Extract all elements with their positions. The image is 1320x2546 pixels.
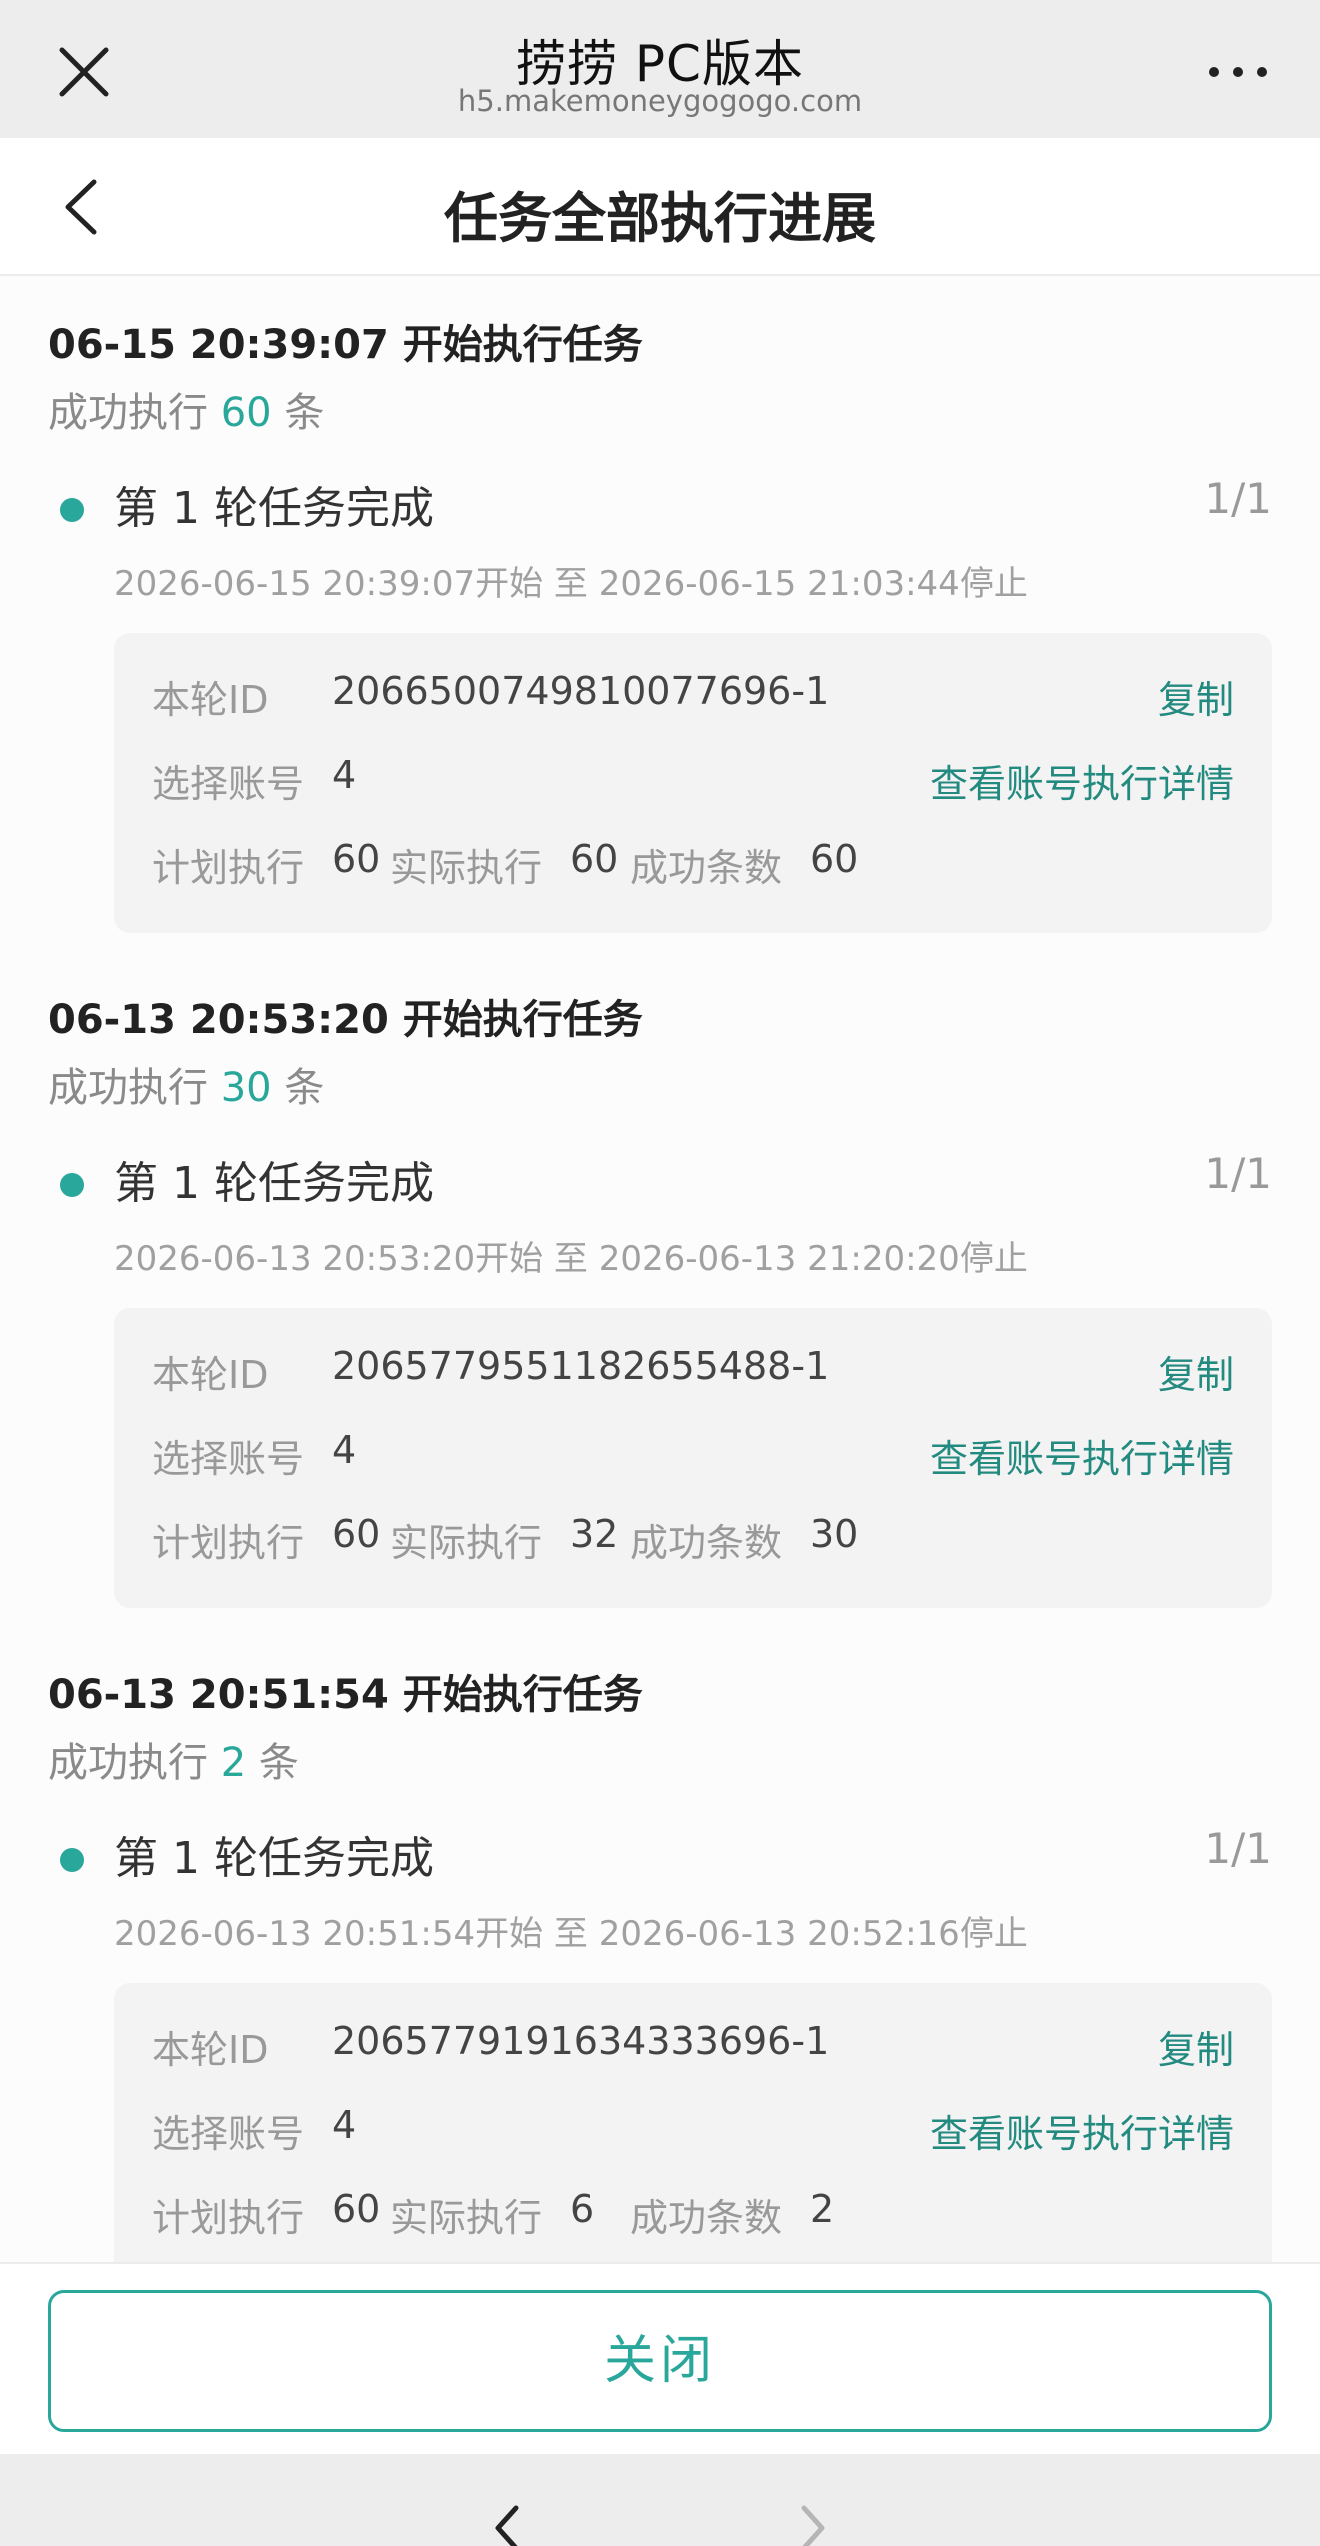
view-account-details-link[interactable]: 查看账号执行详情 — [930, 753, 1234, 808]
status-dot — [60, 498, 84, 522]
round-detail-card: 本轮ID 2066500749810077696-1 复制 选择账号 4 查看账… — [114, 633, 1272, 933]
round-time: 2026-06-13 20:53:20开始 至 2026-06-13 21:20… — [114, 1239, 1028, 1279]
view-account-details-link[interactable]: 查看账号执行详情 — [930, 1428, 1234, 1483]
copy-button[interactable]: 复制 — [1158, 669, 1234, 724]
success-count: 60 — [220, 390, 272, 436]
planned-label: 计划执行 — [152, 1521, 305, 1565]
actual-label: 实际执行 — [390, 2196, 543, 2240]
browser-url: h5.makemoneygogogo.com — [457, 84, 863, 118]
status-dot — [60, 1173, 84, 1197]
accounts-value: 4 — [332, 1428, 357, 1472]
actual-label: 实际执行 — [390, 846, 543, 890]
success-count: 30 — [220, 1065, 272, 1111]
success-value: 2 — [810, 2187, 835, 2231]
browser-nav-bar — [0, 2454, 1320, 2546]
success-label: 成功条数 — [630, 2196, 783, 2240]
accounts-label: 选择账号 — [152, 1437, 305, 1481]
round-title: 第 1 轮任务完成 — [114, 1833, 434, 1884]
page-header: 任务全部执行进展 — [0, 138, 1320, 276]
planned-label: 计划执行 — [152, 2196, 305, 2240]
task-list: 06-15 20:39:07 开始执行任务 成功执行 60 条 第 1 轮任务完… — [0, 276, 1320, 2262]
round-id-label: 本轮ID — [152, 2028, 269, 2072]
task-item: 06-13 20:51:54 开始执行任务 成功执行 2 条 第 1 轮任务完成… — [0, 1626, 1320, 2262]
task-item: 06-13 20:53:20 开始执行任务 成功执行 30 条 第 1 轮任务完… — [0, 951, 1320, 1626]
task-summary: 成功执行 60 条 — [48, 390, 325, 436]
actual-value: 32 — [570, 1512, 619, 1556]
success-label: 成功条数 — [630, 846, 783, 890]
round-detail-card: 本轮ID 2065779191634333696-1 复制 选择账号 4 查看账… — [114, 1983, 1272, 2262]
task-item: 06-15 20:39:07 开始执行任务 成功执行 60 条 第 1 轮任务完… — [0, 276, 1320, 951]
close-button[interactable]: 关闭 — [48, 2290, 1272, 2432]
round-detail-card: 本轮ID 2065779551182655488-1 复制 选择账号 4 查看账… — [114, 1308, 1272, 1608]
round-id-label: 本轮ID — [152, 1353, 269, 1397]
task-summary: 成功执行 30 条 — [48, 1065, 325, 1111]
planned-value: 60 — [332, 1512, 381, 1556]
actual-value: 6 — [570, 2187, 595, 2231]
actual-value: 60 — [570, 837, 619, 881]
round-time: 2026-06-13 20:51:54开始 至 2026-06-13 20:52… — [114, 1914, 1028, 1954]
more-icon[interactable] — [1206, 60, 1270, 84]
copy-button[interactable]: 复制 — [1158, 2019, 1234, 2074]
round-id: 2066500749810077696-1 — [332, 669, 830, 713]
view-account-details-link[interactable]: 查看账号执行详情 — [930, 2103, 1234, 2158]
accounts-value: 4 — [332, 753, 357, 797]
task-summary: 成功执行 2 条 — [48, 1740, 299, 1786]
round-title: 第 1 轮任务完成 — [114, 1158, 434, 1209]
copy-button[interactable]: 复制 — [1158, 1344, 1234, 1399]
footer: 关闭 — [0, 2262, 1320, 2454]
round-count: 1/1 — [1204, 1149, 1272, 1198]
round-count: 1/1 — [1204, 1824, 1272, 1873]
success-value: 30 — [810, 1512, 859, 1556]
task-header: 06-15 20:39:07 开始执行任务 — [48, 322, 643, 368]
success-count: 2 — [220, 1740, 247, 1786]
actual-label: 实际执行 — [390, 1521, 543, 1565]
round-id-label: 本轮ID — [152, 678, 269, 722]
round-time: 2026-06-15 20:39:07开始 至 2026-06-15 21:03… — [114, 564, 1028, 604]
browser-bar: 捞捞 PC版本 h5.makemoneygogogo.com — [0, 0, 1320, 138]
round-id: 2065779551182655488-1 — [332, 1344, 830, 1388]
planned-value: 60 — [332, 2187, 381, 2231]
round-id: 2065779191634333696-1 — [332, 2019, 830, 2063]
success-label: 成功条数 — [630, 1521, 783, 1565]
round-title: 第 1 轮任务完成 — [114, 483, 434, 534]
chevron-left-icon[interactable] — [488, 2504, 528, 2546]
planned-label: 计划执行 — [152, 846, 305, 890]
accounts-value: 4 — [332, 2103, 357, 2147]
accounts-label: 选择账号 — [152, 762, 305, 806]
status-dot — [60, 1848, 84, 1872]
accounts-label: 选择账号 — [152, 2112, 305, 2156]
chevron-right-icon[interactable] — [792, 2504, 832, 2546]
planned-value: 60 — [332, 837, 381, 881]
round-count: 1/1 — [1204, 474, 1272, 523]
success-value: 60 — [810, 837, 859, 881]
page-title: 任务全部执行进展 — [444, 187, 876, 250]
task-header: 06-13 20:53:20 开始执行任务 — [48, 997, 643, 1043]
task-header: 06-13 20:51:54 开始执行任务 — [48, 1672, 643, 1718]
